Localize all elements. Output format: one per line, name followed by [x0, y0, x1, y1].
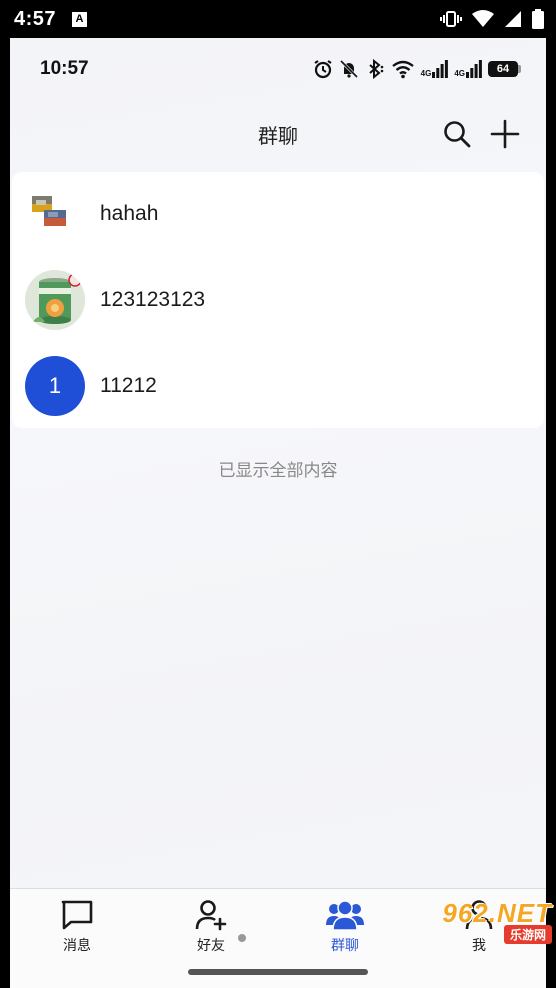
- bell-muted-icon: [339, 59, 358, 79]
- battery-icon: [532, 9, 544, 29]
- inner-status-icons: 4G 4G 64: [313, 59, 521, 79]
- signal-bars-icon: [432, 60, 449, 78]
- bluetooth-icon: [368, 59, 383, 79]
- page-header: 群聊: [10, 114, 546, 154]
- group-list: hahah 123123123 1 11212: [12, 172, 544, 428]
- notification-a-icon: A: [72, 11, 88, 27]
- inner-time: 10:57: [40, 58, 89, 79]
- add-user-icon: [195, 900, 227, 931]
- group-avatar-letter: 1: [25, 356, 85, 416]
- group-icon: [326, 900, 364, 931]
- plus-icon: [490, 119, 520, 149]
- group-item-hahah[interactable]: hahah: [12, 172, 544, 256]
- network-type-label: 4G: [454, 69, 465, 78]
- group-item-123123123[interactable]: 123123123: [12, 258, 544, 342]
- tab-label: 消息: [63, 938, 91, 954]
- watermark-subtitle: 乐游网: [503, 925, 552, 944]
- group-name: 123123123: [100, 288, 206, 311]
- group-name: 11212: [100, 374, 157, 397]
- wifi-icon: [472, 10, 494, 27]
- wifi-icon: [391, 60, 414, 79]
- signal-icon: [505, 11, 521, 27]
- tab-label: 群聊: [331, 938, 359, 954]
- search-button[interactable]: [442, 119, 472, 149]
- system-time: 4:57: [14, 7, 57, 30]
- chat-bubble-icon: [61, 900, 93, 930]
- end-of-list-note: 已显示全部内容: [218, 461, 338, 481]
- system-status-bar: 4:57 A: [0, 0, 556, 38]
- image-collage-icon: [32, 196, 66, 226]
- add-group-button[interactable]: [490, 119, 520, 149]
- tab-label: 好友: [197, 938, 225, 954]
- tab-friends[interactable]: 好友: [166, 899, 256, 961]
- product-photo-icon: [25, 270, 85, 330]
- page-indicator-dot: [238, 934, 246, 942]
- vibrate-icon: [440, 11, 462, 27]
- group-avatar: [25, 270, 85, 330]
- network-type-label: 4G: [420, 69, 432, 78]
- tab-groups[interactable]: 群聊: [300, 899, 390, 961]
- app-screen: 10:57 4G 4G 64 群聊 hahah 123123123 1 1121…: [10, 38, 546, 988]
- battery-level: 64: [488, 61, 521, 77]
- group-name: hahah: [100, 202, 159, 225]
- inner-status-bar: 10:57 4G 4G 64: [10, 52, 546, 86]
- system-status-icons: [440, 9, 544, 29]
- signal-bars-icon: [466, 60, 482, 78]
- avatar-letter: 1: [48, 373, 62, 398]
- alarm-icon: [314, 60, 332, 79]
- group-item-11212[interactable]: 1 11212: [12, 344, 544, 428]
- search-icon: [444, 121, 471, 148]
- group-avatar: [30, 192, 70, 232]
- tab-messages[interactable]: 消息: [32, 899, 122, 961]
- watermark: 962.NET 乐游网: [410, 898, 552, 944]
- home-indicator[interactable]: [188, 969, 368, 975]
